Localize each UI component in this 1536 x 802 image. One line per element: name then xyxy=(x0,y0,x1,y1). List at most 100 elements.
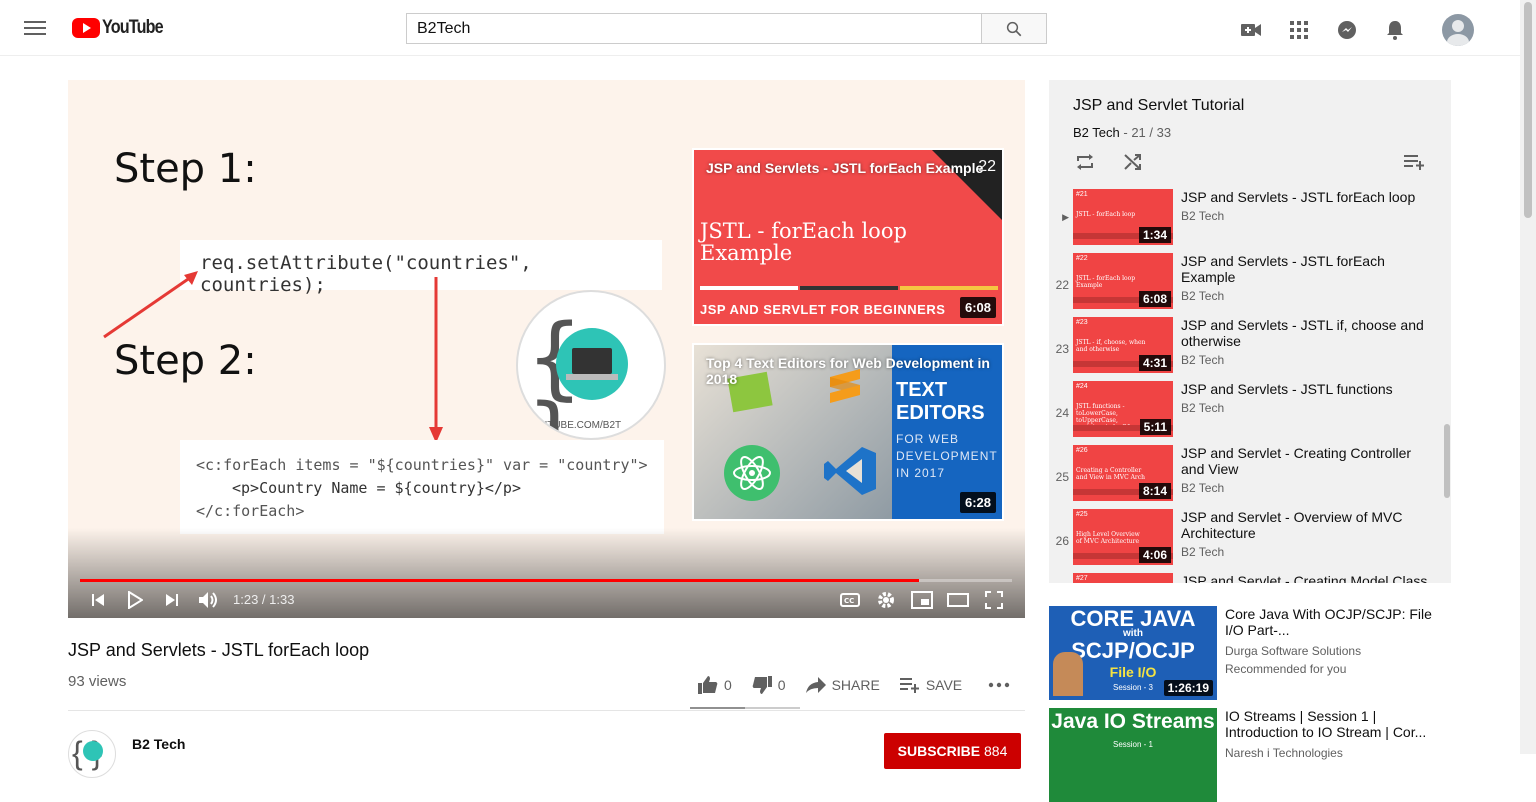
playlist-channel[interactable]: B2 Tech xyxy=(1073,125,1120,140)
playlist-item-duration: 8:14 xyxy=(1138,483,1171,499)
youtube-logo[interactable]: YouTube xyxy=(72,17,173,39)
subtitles-icon: CC xyxy=(840,593,860,607)
time-display: 1:23 / 1:33 xyxy=(233,592,295,607)
subtitles-button[interactable]: CC xyxy=(838,588,862,612)
masthead: YouTube xyxy=(0,0,1520,56)
playlist-item[interactable]: 22 #22 JSTL - forEach loop Example 6:08 JSP … xyxy=(1049,252,1447,316)
add-to-playlist-icon xyxy=(899,678,919,693)
settings-icon xyxy=(878,592,894,608)
save-button[interactable]: SAVE xyxy=(899,677,963,693)
playlist-item-index: 26 xyxy=(1055,534,1069,548)
share-button[interactable]: SHARE xyxy=(805,677,880,693)
add-to-playlist-icon xyxy=(1404,155,1424,170)
upload-video-icon[interactable] xyxy=(1239,18,1263,42)
playlist-item-thumbnail: #25 High Level Overview of MVC Architectu… xyxy=(1073,509,1173,565)
search-icon xyxy=(1006,21,1022,36)
volume-button[interactable] xyxy=(196,588,222,612)
miniplayer-button[interactable] xyxy=(910,588,934,612)
playlist-item[interactable]: 24 #24 JSTL functions - toLowerCase, toUpp… xyxy=(1049,380,1447,444)
playlist-item-text: JSP and Servlet - Creating Model Class xyxy=(1181,573,1431,583)
recommended-text-1: Core Java With OCJP/SCJP: File I/O Part-… xyxy=(1225,606,1445,678)
playlist-item-channel: B2 Tech xyxy=(1181,401,1225,415)
recommended-video-1[interactable]: CORE JAVA with SCJP/OCJP File I/O Sessio… xyxy=(1049,606,1449,700)
next-button[interactable] xyxy=(162,588,182,612)
playlist-item-text: JSP and Servlets - JSTL functions B2 Tech xyxy=(1181,381,1431,415)
shuffle-icon xyxy=(1124,154,1141,170)
play-icon xyxy=(128,591,143,609)
theater-mode-icon xyxy=(947,593,969,607)
search-bar xyxy=(406,13,1047,44)
playlist-item-text: JSP and Servlet - Creating Controller an… xyxy=(1181,445,1431,495)
channel-name[interactable]: B2 Tech xyxy=(132,736,185,752)
playlist-thumb-text: JSTL - forEach loop xyxy=(1076,211,1136,218)
playlist-item-thumbnail: #22 JSTL - forEach loop Example 6:08 xyxy=(1073,253,1173,309)
volume-icon xyxy=(199,592,217,608)
settings-button[interactable] xyxy=(874,588,898,612)
save-playlist-button[interactable] xyxy=(1403,152,1427,172)
code-text-1: req.setAttribute("countries", countries)… xyxy=(200,252,532,296)
video-player[interactable]: Step 1: req.setAttribute("countries", co… xyxy=(68,80,1025,618)
previous-icon xyxy=(92,594,104,606)
playlist-item-text: JSP and Servlet - Overview of MVC Archit… xyxy=(1181,509,1431,559)
playlist-item-title: JSP and Servlets - JSTL if, choose and o… xyxy=(1181,317,1424,349)
playlist-panel: JSP and Servlet Tutorial B2 Tech - 21 / … xyxy=(1049,80,1451,583)
endcard-big-text-1: JSTL - forEach loop Example xyxy=(700,219,907,265)
fullscreen-button[interactable] xyxy=(982,588,1006,612)
save-label: SAVE xyxy=(925,677,963,693)
presenter-photo xyxy=(1053,652,1083,696)
previous-button[interactable] xyxy=(88,588,108,612)
channel-avatar[interactable]: { } xyxy=(68,730,116,778)
page-scrollbar[interactable] xyxy=(1520,0,1536,754)
playlist-thumb-text: JSTL - forEach loop Example xyxy=(1076,275,1136,289)
shuffle-playlist-button[interactable] xyxy=(1121,152,1145,172)
playlist-item[interactable]: 25 #26 Creating a Controller and View in M… xyxy=(1049,444,1447,508)
progress-fill xyxy=(80,579,919,582)
endcard-video-2[interactable]: TEXT EDITORS FOR WEB DEVELOPMENT IN 2017… xyxy=(692,343,1004,521)
subscribe-label: SUBSCRIBE xyxy=(897,743,981,759)
messages-icon[interactable] xyxy=(1335,18,1359,42)
playlist-thumb-tag: #25 xyxy=(1076,511,1088,518)
info-divider xyxy=(68,710,1025,711)
playlist-item-index: ▶ xyxy=(1062,212,1069,222)
menu-icon[interactable] xyxy=(24,18,46,38)
account-avatar[interactable] xyxy=(1442,14,1474,46)
rec2-thumb-line2: Session - 1 xyxy=(1112,740,1154,749)
apps-icon[interactable] xyxy=(1287,18,1311,42)
next-icon xyxy=(166,594,178,606)
code-text-2a: <c:forEach items = "${countries}" var = … xyxy=(196,456,648,474)
playlist-scrollbar[interactable] xyxy=(1444,424,1450,498)
playlist-item-duration: 4:06 xyxy=(1138,547,1171,563)
progress-bar[interactable] xyxy=(80,579,1012,582)
playlist-thumb-text: JSTL - if, choose, when and otherwise xyxy=(1076,339,1146,353)
notifications-icon[interactable] xyxy=(1383,18,1407,42)
playlist-item[interactable]: ▶ #21 JSTL - forEach loop 1:34 JSP and Servl… xyxy=(1049,188,1447,252)
dislike-button[interactable]: 0 xyxy=(752,676,786,694)
share-label: SHARE xyxy=(831,677,880,693)
playlist-item-index: 25 xyxy=(1055,470,1069,484)
playlist-title[interactable]: JSP and Servlet Tutorial xyxy=(1073,97,1244,115)
page-scrollbar-thumb[interactable] xyxy=(1524,2,1532,218)
search-input[interactable] xyxy=(406,13,981,44)
play-button[interactable] xyxy=(124,588,146,612)
recommended-video-2[interactable]: Java IO Streams Session - 1 IO Streams |… xyxy=(1049,708,1449,802)
playlist-item[interactable]: 23 #23 JSTL - if, choose, when and otherwi… xyxy=(1049,316,1447,380)
laptop-circle xyxy=(556,328,628,400)
search-button[interactable] xyxy=(981,13,1047,44)
more-actions-button[interactable] xyxy=(988,682,1010,688)
playlist-item-text: JSP and Servlets - JSTL forEach Example B… xyxy=(1181,253,1431,303)
playlist-item-title: JSP and Servlet - Creating Controller an… xyxy=(1181,445,1412,477)
playlist-thumb-tag: #22 xyxy=(1076,255,1088,262)
endcard-video-1[interactable]: 22 JSP and Servlets - JSTL forEach Examp… xyxy=(692,148,1004,326)
loop-playlist-button[interactable] xyxy=(1073,152,1097,172)
watermark-url: UTUBE.COM/B2T xyxy=(540,420,622,431)
rec-title-2: IO Streams | Session 1 | Introduction to… xyxy=(1225,708,1427,740)
theater-mode-button[interactable] xyxy=(946,588,970,612)
playlist-item[interactable]: #27 JSP and Servlet - Creating Model Clas… xyxy=(1049,572,1447,583)
playlist-meta: B2 Tech - 21 / 33 xyxy=(1073,125,1172,140)
like-button[interactable]: 0 xyxy=(698,676,732,694)
endcard-title-1: JSP and Servlets - JSTL forEach Example xyxy=(706,160,984,176)
playlist-item[interactable]: 26 #25 High Level Overview of MVC Architec… xyxy=(1049,508,1447,572)
endcard-bottom-text-1: JSP AND SERVLET FOR BEGINNERS xyxy=(700,302,946,317)
playlist-item-title: JSP and Servlets - JSTL forEach Example xyxy=(1181,253,1385,285)
subscribe-button[interactable]: SUBSCRIBE 884 xyxy=(884,733,1021,769)
